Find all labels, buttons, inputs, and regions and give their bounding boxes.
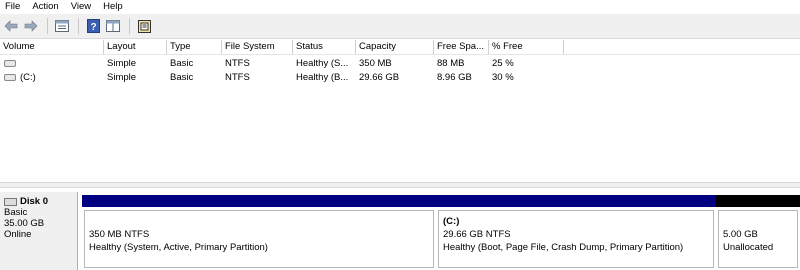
- volume-list-header: Volume Layout Type File System Status Ca…: [0, 40, 800, 55]
- partition-body: 5.00 GB Unallocated: [718, 210, 798, 268]
- forward-arrow-icon[interactable]: [22, 17, 40, 35]
- volume-cell: [0, 57, 104, 70]
- column-header-percent-free[interactable]: % Free: [489, 40, 564, 54]
- volume-drive-icon: [4, 73, 16, 81]
- back-arrow-icon[interactable]: [2, 17, 20, 35]
- toolbar: ?: [0, 14, 800, 39]
- free-space-cell: 88 MB: [437, 58, 465, 69]
- partition-unallocated[interactable]: 5.00 GB Unallocated: [716, 192, 800, 270]
- partition-size: 5.00 GB: [723, 229, 758, 240]
- menu-help[interactable]: Help: [98, 1, 130, 13]
- percent-free-cell: 25 %: [492, 58, 514, 69]
- volume-row[interactable]: (C:) Simple Basic NTFS Healthy (B... 29.…: [0, 71, 800, 84]
- partition-body: 350 MB NTFS Healthy (System, Active, Pri…: [84, 210, 434, 268]
- toolbar-separator: [47, 18, 48, 34]
- disk-icon: [4, 197, 17, 206]
- status-cell: Healthy (B...: [296, 72, 349, 83]
- column-header-free-space[interactable]: Free Spa...: [434, 40, 489, 54]
- toolbar-separator: [78, 18, 79, 34]
- partition-system-reserved[interactable]: 350 MB NTFS Healthy (System, Active, Pri…: [82, 192, 436, 270]
- layout-cell: Simple: [107, 72, 137, 83]
- file-system-cell: NTFS: [225, 72, 250, 83]
- volume-name: (C:): [20, 72, 36, 83]
- partition-color-bar: [82, 195, 436, 207]
- partition-body: (C:) 29.66 GB NTFS Healthy (Boot, Page F…: [438, 210, 714, 268]
- volume-cell: (C:): [0, 71, 104, 84]
- menu-file[interactable]: File: [0, 1, 27, 13]
- column-header-volume[interactable]: Volume: [0, 40, 104, 54]
- svg-text:?: ?: [90, 22, 96, 33]
- capacity-cell: 29.66 GB: [359, 72, 400, 83]
- type-cell: Basic: [170, 58, 194, 69]
- toolbar-separator: [129, 18, 130, 34]
- partition-title: [89, 215, 433, 228]
- volume-row[interactable]: Simple Basic NTFS Healthy (S... 350 MB 8…: [0, 57, 800, 70]
- partition-size: 350 MB NTFS: [89, 229, 150, 240]
- partition-title: [723, 215, 797, 228]
- partition-status: Unallocated: [723, 242, 774, 253]
- capacity-cell: 350 MB: [359, 58, 392, 69]
- column-header-capacity[interactable]: Capacity: [356, 40, 434, 54]
- partition-color-bar: [436, 195, 716, 207]
- partition-color-bar: [716, 195, 800, 207]
- partition-status: Healthy (Boot, Page File, Crash Dump, Pr…: [443, 242, 684, 253]
- partition-size: 29.66 GB NTFS: [443, 229, 511, 240]
- column-header-layout[interactable]: Layout: [104, 40, 167, 54]
- layout-cell: Simple: [107, 58, 137, 69]
- disk-size: 35.00 GB: [4, 218, 45, 229]
- status-cell: Healthy (S...: [296, 58, 349, 69]
- partition-status: Healthy (System, Active, Primary Partiti…: [89, 242, 268, 253]
- disk-name: Disk 0: [20, 196, 48, 207]
- help-icon[interactable]: ?: [84, 17, 102, 35]
- volume-drive-icon: [4, 59, 16, 67]
- properties-icon[interactable]: [53, 17, 71, 35]
- partition-c-drive[interactable]: (C:) 29.66 GB NTFS Healthy (Boot, Page F…: [436, 192, 716, 270]
- percent-free-cell: 30 %: [492, 72, 514, 83]
- disk-label[interactable]: Disk 0 Basic 35.00 GB Online: [0, 192, 78, 270]
- menu-bar: File Action View Help: [0, 0, 800, 14]
- menu-view[interactable]: View: [66, 1, 98, 13]
- free-space-cell: 8.96 GB: [437, 72, 472, 83]
- menu-action[interactable]: Action: [27, 1, 65, 13]
- column-header-type[interactable]: Type: [167, 40, 222, 54]
- file-system-cell: NTFS: [225, 58, 250, 69]
- partition-title: (C:): [443, 216, 460, 227]
- disk-type: Basic: [4, 207, 28, 218]
- column-header-file-system[interactable]: File System: [222, 40, 293, 54]
- disk-state: Online: [4, 229, 32, 240]
- show-hide-pane-icon[interactable]: [104, 17, 122, 35]
- settings-icon[interactable]: [135, 17, 153, 35]
- type-cell: Basic: [170, 72, 194, 83]
- disk-map: Disk 0 Basic 35.00 GB Online 350 MB NTFS…: [0, 188, 800, 270]
- column-header-status[interactable]: Status: [293, 40, 356, 54]
